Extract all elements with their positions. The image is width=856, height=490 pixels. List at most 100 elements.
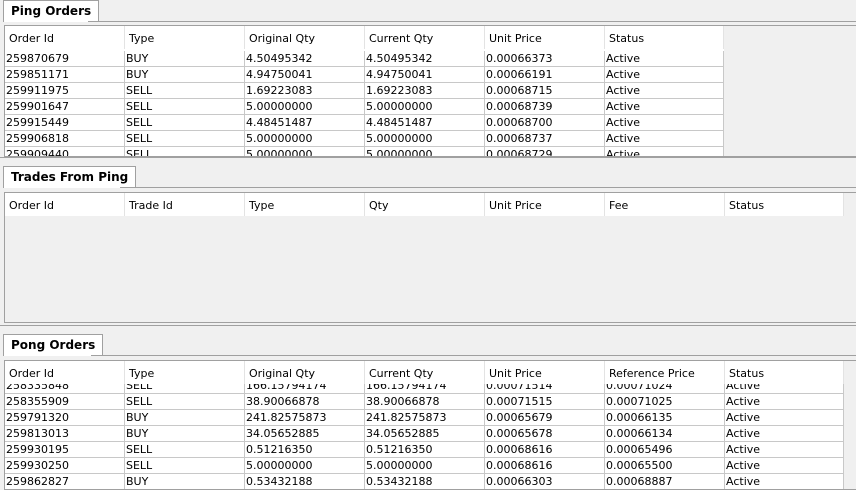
column-header[interactable]: Status [725, 361, 844, 384]
table-cell: Active [605, 67, 724, 82]
table-cell: 0.00065678 [485, 426, 605, 441]
trades-header: Order Id Trade Id Type Qty Unit Price Fe… [5, 193, 844, 216]
table-row[interactable]: 259915449 SELL 4.48451487 4.48451487 0.00068… [5, 115, 724, 131]
column-header[interactable]: Current Qty [365, 26, 485, 49]
column-header[interactable]: Original Qty [245, 361, 365, 384]
column-header[interactable]: Unit Price [485, 26, 605, 49]
table-cell: Active [605, 83, 724, 98]
table-cell: Active [725, 384, 844, 393]
column-header[interactable]: Qty [365, 193, 485, 216]
table-cell: Active [605, 51, 724, 66]
ping-orders-rows: 259870679 BUY 4.50495342 4.50495342 0.000663… [5, 51, 724, 156]
column-header[interactable]: Trade Id [125, 193, 245, 216]
ping-orders-table[interactable]: Order Id Type Original Qty Current Qty U… [4, 25, 856, 157]
table-cell: 0.00068616 [485, 458, 605, 473]
table-cell: 5.00000000 [365, 99, 485, 114]
table-row[interactable]: 259906818 SELL 5.00000000 5.00000000 0.00068… [5, 131, 724, 147]
table-cell: 259851171 [5, 67, 125, 82]
table-row[interactable]: 258335848 SELL 166.15794174 166.15794174 0.0… [5, 384, 844, 394]
table-cell: 258335848 [5, 384, 125, 393]
table-cell: 0.00071514 [485, 384, 605, 393]
column-header[interactable]: Unit Price [485, 361, 605, 384]
table-cell: 0.00071025 [605, 394, 725, 409]
table-cell: 259901647 [5, 99, 125, 114]
table-cell: 258355909 [5, 394, 125, 409]
table-cell: 5.00000000 [245, 131, 365, 146]
trades-from-ping-table[interactable]: Order Id Trade Id Type Qty Unit Price Fe… [4, 192, 856, 323]
column-header[interactable]: Unit Price [485, 193, 605, 216]
table-row[interactable]: 258355909 SELL 38.90066878 38.90066878 0.000… [5, 394, 844, 410]
table-cell: 1.69223083 [365, 83, 485, 98]
tab-pong-orders[interactable]: Pong Orders [3, 334, 104, 356]
table-cell: SELL [125, 442, 245, 457]
table-cell: Active [605, 99, 724, 114]
table-cell: 4.48451487 [245, 115, 365, 130]
table-cell: 34.05652885 [245, 426, 365, 441]
table-row[interactable]: 259862827 BUY 0.53432188 0.53432188 0.000663… [5, 474, 844, 489]
column-header[interactable]: Reference Price [605, 361, 725, 384]
column-header[interactable]: Current Qty [365, 361, 485, 384]
table-cell: 259870679 [5, 51, 125, 66]
table-cell: BUY [125, 474, 245, 489]
tab-trades-from-ping[interactable]: Trades From Ping [3, 166, 137, 188]
column-header[interactable]: Order Id [5, 193, 125, 216]
table-row[interactable]: 259930250 SELL 5.00000000 5.00000000 0.00068… [5, 458, 844, 474]
table-cell: 0.00068715 [485, 83, 605, 98]
table-cell: 38.90066878 [365, 394, 485, 409]
column-header[interactable]: Type [125, 361, 245, 384]
table-cell: 0.00068616 [485, 442, 605, 457]
table-cell: Active [725, 458, 844, 473]
table-cell: 38.90066878 [245, 394, 365, 409]
table-cell: BUY [125, 67, 245, 82]
table-cell: 0.00065679 [485, 410, 605, 425]
column-header[interactable]: Original Qty [245, 26, 365, 49]
column-header[interactable]: Fee [605, 193, 725, 216]
tab-ping-orders[interactable]: Ping Orders [3, 0, 100, 22]
table-cell: 4.94750041 [365, 67, 485, 82]
column-header[interactable]: Order Id [5, 26, 125, 49]
table-cell: Active [725, 442, 844, 457]
table-cell: 5.00000000 [365, 458, 485, 473]
table-cell: 0.53432188 [365, 474, 485, 489]
table-cell: 166.15794174 [365, 384, 485, 393]
table-cell: SELL [125, 131, 245, 146]
table-row[interactable]: 259813013 BUY 34.05652885 34.05652885 0.0006… [5, 426, 844, 442]
ping-orders-header: Order Id Type Original Qty Current Qty U… [5, 26, 724, 49]
table-cell: 0.00066373 [485, 51, 605, 66]
column-header[interactable]: Type [245, 193, 365, 216]
table-cell: 166.15794174 [245, 384, 365, 393]
table-cell: 0.00066303 [485, 474, 605, 489]
table-cell: 0.00066135 [605, 410, 725, 425]
table-cell: Active [725, 474, 844, 489]
table-row[interactable]: 259930195 SELL 0.51216350 0.51216350 0.00068… [5, 442, 844, 458]
column-header[interactable]: Type [125, 26, 245, 49]
table-cell: 259930195 [5, 442, 125, 457]
table-cell: 0.53432188 [245, 474, 365, 489]
table-row[interactable]: 259901647 SELL 5.00000000 5.00000000 0.00068… [5, 99, 724, 115]
column-header[interactable]: Status [725, 193, 844, 216]
table-cell: 5.00000000 [245, 147, 365, 156]
column-header[interactable]: Status [605, 26, 724, 49]
table-cell: 259813013 [5, 426, 125, 441]
table-cell: 0.00068887 [605, 474, 725, 489]
table-row[interactable]: 259851171 BUY 4.94750041 4.94750041 0.000661… [5, 67, 724, 83]
table-cell: BUY [125, 51, 245, 66]
table-cell: 259906818 [5, 131, 125, 146]
table-cell: 0.00065500 [605, 458, 725, 473]
table-cell: 0.00068700 [485, 115, 605, 130]
table-cell: 259791320 [5, 410, 125, 425]
table-row[interactable]: 259791320 BUY 241.82575873 241.82575873 0.00… [5, 410, 844, 426]
table-cell: 259911975 [5, 83, 125, 98]
table-cell: Active [605, 115, 724, 130]
table-row[interactable]: 259870679 BUY 4.50495342 4.50495342 0.000663… [5, 51, 724, 67]
table-row[interactable]: 259911975 SELL 1.69223083 1.69223083 0.00068… [5, 83, 724, 99]
table-cell: BUY [125, 426, 245, 441]
table-cell: 1.69223083 [245, 83, 365, 98]
pong-orders-table[interactable]: Order Id Type Original Qty Current Qty U… [4, 360, 856, 490]
column-header[interactable]: Order Id [5, 361, 125, 384]
table-cell: 4.48451487 [365, 115, 485, 130]
table-row[interactable]: 259909440 SELL 5.00000000 5.00000000 0.00068… [5, 147, 724, 156]
table-cell: 5.00000000 [365, 147, 485, 156]
table-cell: 0.00071024 [605, 384, 725, 393]
table-cell: Active [725, 426, 844, 441]
